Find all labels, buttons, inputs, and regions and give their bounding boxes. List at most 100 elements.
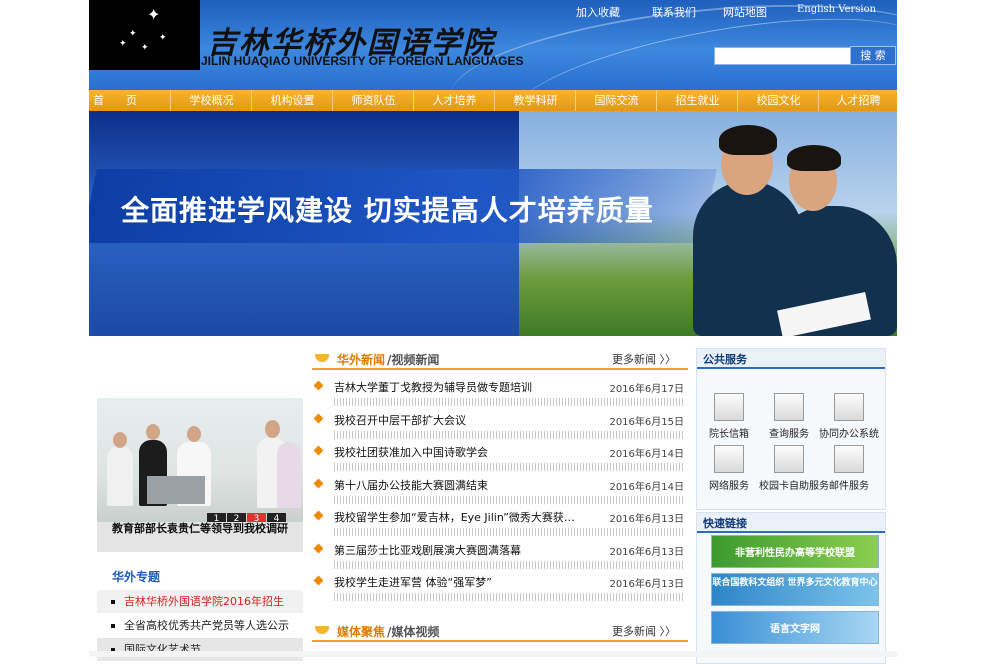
news-title[interactable]: 我校留学生参加“爱吉林，Eye Jilin”微秀大赛获…: [334, 509, 575, 525]
diamond-bullet-icon: [313, 478, 324, 488]
site-header: ✦ ✦ ✦ ✦ ✦ 吉林华桥外国语学院 JILIN HUAQIAO UNIVER…: [89, 0, 897, 90]
main-nav: 首 页 学校概况 机构设置 师资队伍 人才培养 教学科研 国际交流 招生就业 校…: [89, 90, 897, 111]
document-icon: [714, 445, 744, 473]
photo-person: [107, 446, 133, 506]
service-mail[interactable]: 邮件服务: [819, 445, 879, 492]
news-date: 2016年6月13日: [609, 514, 684, 525]
news-title[interactable]: 我校学生走进军营 体验“强军梦”: [334, 574, 492, 590]
tools-icon: [774, 445, 804, 473]
teacup-icon: [315, 354, 329, 362]
row-divider: [334, 528, 684, 536]
add-favorite-link[interactable]: 加入收藏: [576, 4, 620, 20]
student-hair: [719, 125, 777, 155]
more-news-link[interactable]: 更多新闻 〉〉: [612, 351, 676, 367]
photo-machine: [147, 476, 205, 504]
nav-item-recruitment[interactable]: 人才招聘: [818, 90, 898, 111]
teacup-icon: [315, 626, 329, 634]
more-media-link[interactable]: 更多新闻 〉〉: [612, 623, 676, 639]
star-icon: ✦: [147, 5, 161, 24]
page-bottom-strip: [89, 651, 897, 657]
page: ✦ ✦ ✦ ✦ ✦ 吉林华桥外国语学院 JILIN HUAQIAO UNIVER…: [89, 0, 897, 664]
news-slideshow-photo[interactable]: 12345: [97, 398, 303, 524]
news-title[interactable]: 第三届莎士比亚戏剧展演大赛圆满落幕: [334, 542, 521, 558]
news-item[interactable]: 我校留学生参加“爱吉林，Eye Jilin”微秀大赛获… 2016年6月13日: [312, 508, 688, 541]
news-title[interactable]: 第十八届办公技能大赛圆满结束: [334, 477, 488, 493]
tab-media-video[interactable]: /媒体视频: [387, 623, 439, 640]
services-panel-header: 公共服务: [697, 349, 885, 369]
nav-item-departments[interactable]: 机构设置: [251, 90, 333, 111]
photo-person-head: [187, 426, 201, 442]
service-label: 校园卡自助服务: [759, 481, 829, 492]
row-divider: [334, 430, 684, 439]
photo-person-head: [113, 432, 127, 448]
service-label: 网络服务: [709, 481, 749, 492]
search-input[interactable]: [714, 47, 854, 65]
news-item[interactable]: 我校社团获准加入中国诗歌学会 2016年6月14日: [312, 443, 688, 476]
topic-item[interactable]: 全省高校优秀共产党员等人选公示: [97, 614, 303, 638]
service-label: 协同办公系统: [819, 429, 879, 440]
site-logo-subtitle: JILIN HUAQIAO UNIVERSITY OF FOREIGN LANG…: [201, 54, 524, 68]
service-network[interactable]: 网络服务: [699, 445, 759, 492]
news-date: 2016年6月14日: [609, 449, 684, 460]
diamond-bullet-icon: [313, 413, 324, 423]
news-item[interactable]: 我校学生走进军营 体验“强军梦” 2016年6月13日: [312, 573, 688, 606]
topic-item[interactable]: 国际文化艺术节: [97, 638, 303, 662]
topic-item-label[interactable]: 全省高校优秀共产党员等人选公示: [124, 619, 289, 632]
quicklink-nonprofit-alliance[interactable]: 非营利性民办高等学校联盟: [711, 535, 879, 568]
student-hair: [787, 145, 841, 171]
service-campus-card[interactable]: 校园卡自助服务: [759, 445, 829, 492]
row-divider: [334, 495, 684, 504]
star-icon: ✦: [129, 29, 137, 39]
quicklink-language-site[interactable]: 语言文字网: [711, 611, 879, 644]
news-title[interactable]: 我校召开中层干部扩大会议: [334, 412, 466, 428]
contact-us-link[interactable]: 联系我们: [652, 4, 696, 20]
quicklink-unesco-center[interactable]: 联合国教科文组织 世界多元文化教育中心: [711, 573, 879, 606]
news-section-header: 华外新闻 /视频新闻 更多新闻 〉〉: [312, 348, 688, 370]
nav-item-campus[interactable]: 校园文化: [737, 90, 819, 111]
logo-star-box: ✦ ✦ ✦ ✦ ✦: [89, 0, 200, 70]
slideshow-caption[interactable]: 教育部部长袁贵仁等领导到我校调研: [97, 522, 303, 552]
news-item[interactable]: 第三届莎士比亚戏剧展演大赛圆满落幕 2016年6月13日: [312, 541, 688, 574]
quicklinks-heading: 快速链接: [703, 517, 747, 530]
quicklinks-panel: 快速链接 非营利性民办高等学校联盟 联合国教科文组织 世界多元文化教育中心 语言…: [696, 512, 886, 664]
nav-item-research[interactable]: 教学科研: [494, 90, 576, 111]
search-button[interactable]: 搜 索: [850, 46, 896, 65]
star-icon: ✦: [119, 39, 127, 49]
hero-banner: 全面推进学风建设 切实提高人才培养质量: [89, 111, 897, 336]
row-divider: [334, 560, 684, 569]
news-date: 2016年6月13日: [609, 579, 684, 590]
nav-item-education[interactable]: 人才培养: [413, 90, 495, 111]
service-query[interactable]: 查询服务: [759, 393, 819, 440]
book-icon: [834, 393, 864, 421]
news-item[interactable]: 我校召开中层干部扩大会议 2016年6月15日: [312, 411, 688, 444]
topic-item-label[interactable]: 吉林华桥外国语学院2016年招生: [124, 595, 284, 608]
news-title[interactable]: 吉林大学董丁戈教授为辅导员做专题培训: [334, 379, 532, 395]
english-version-link[interactable]: English Version: [797, 4, 876, 15]
mailbox-icon: [714, 393, 744, 421]
nav-item-international[interactable]: 国际交流: [575, 90, 657, 111]
news-title[interactable]: 我校社团获准加入中国诗歌学会: [334, 444, 488, 460]
news-item[interactable]: 吉林大学董丁戈教授为辅导员做专题培训 2016年6月17日: [312, 378, 688, 411]
nav-item-home[interactable]: 首 页: [89, 90, 170, 111]
nav-item-about[interactable]: 学校概况: [170, 90, 252, 111]
tab-video-news[interactable]: /视频新闻: [387, 351, 439, 368]
news-item[interactable]: 第十八届办公技能大赛圆满结束 2016年6月14日: [312, 476, 688, 509]
sitemap-link[interactable]: 网站地图: [723, 4, 767, 20]
row-divider: [334, 593, 684, 601]
nav-item-faculty[interactable]: 师资队伍: [332, 90, 414, 111]
tab-campus-news[interactable]: 华外新闻: [337, 351, 385, 368]
row-divider: [334, 398, 684, 406]
photo-person-head: [146, 424, 160, 440]
service-president-mailbox[interactable]: 院长信箱: [699, 393, 759, 440]
star-icon: ✦: [159, 33, 167, 43]
slideshow-pager: 12345: [207, 510, 303, 524]
quicklink-label: 语言文字网: [770, 624, 820, 635]
nav-item-admissions[interactable]: 招生就业: [656, 90, 738, 111]
envelope-icon: [834, 445, 864, 473]
tab-media-focus[interactable]: 媒体聚焦: [337, 623, 385, 640]
top-links: 加入收藏 联系我们 网站地图 English Version: [575, 4, 895, 20]
service-label: 院长信箱: [709, 429, 749, 440]
quicklinks-panel-header: 快速链接: [697, 513, 885, 533]
topic-item[interactable]: 吉林华桥外国语学院2016年招生: [97, 590, 303, 614]
service-office-system[interactable]: 协同办公系统: [819, 393, 879, 440]
